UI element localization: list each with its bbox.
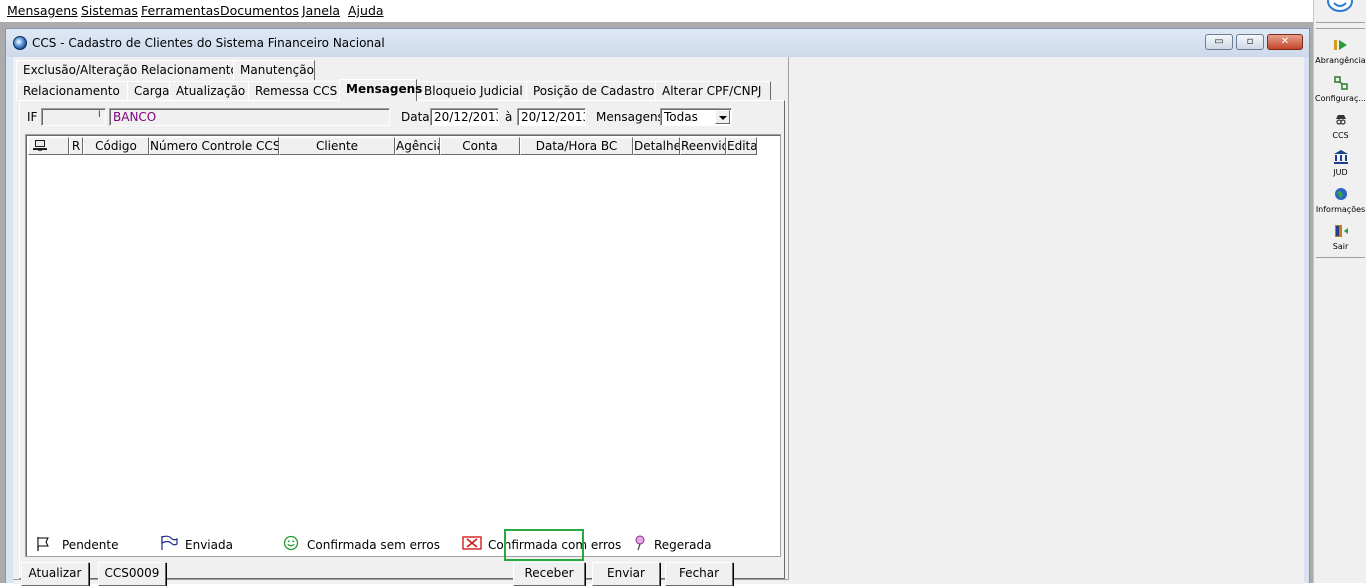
legend-confirmada-sem-erros: Confirmada sem erros	[307, 538, 440, 552]
if-code-field[interactable]	[41, 108, 106, 126]
toolbar-sair[interactable]: Sair	[1314, 224, 1366, 254]
menu-janela[interactable]: Janela	[302, 3, 340, 18]
date-to-label: à	[505, 110, 513, 124]
receber-button[interactable]: Receber	[513, 562, 585, 586]
grid-col-reenvio[interactable]: Reenvio	[680, 137, 726, 155]
data-label: Data	[401, 110, 430, 124]
spy-icon	[1336, 115, 1346, 125]
bank-icon	[1334, 150, 1348, 164]
menu-mensagens[interactable]: Mensagens	[7, 3, 78, 18]
settings-icon	[1334, 76, 1348, 90]
tab-mensagens[interactable]: Mensagens	[339, 79, 422, 101]
messages-grid[interactable]: R Código Número Controle CCS Cliente Agê…	[25, 134, 781, 557]
toolbar-ccs[interactable]: CCS	[1314, 113, 1366, 143]
minimize-button[interactable]: ▭	[1205, 34, 1233, 50]
grid-col-cliente[interactable]: Cliente	[279, 137, 395, 155]
tab-remessa-ccs[interactable]: Remessa CCS	[248, 81, 340, 101]
smiley-icon	[283, 535, 299, 551]
toolbar-abrangencia[interactable]: Abrangência	[1314, 38, 1366, 68]
error-envelope-icon	[462, 536, 482, 550]
app-globe-icon	[13, 36, 27, 50]
grid-col-conta[interactable]: Conta	[440, 137, 520, 155]
chevron-down-icon	[719, 116, 727, 120]
restore-button[interactable]: ▫	[1236, 34, 1264, 50]
date-from-field[interactable]: 20/12/2013	[430, 108, 499, 126]
tab-atualizacao[interactable]: Atualização	[169, 81, 249, 101]
right-toolbar: Abrangência Configuraç... CCS JUD Inform…	[1313, 0, 1366, 583]
fechar-button[interactable]: Fechar	[665, 562, 733, 586]
tab-manutencao[interactable]: Manutenção	[233, 60, 315, 80]
grid-col-detalhes[interactable]: Detalhes	[633, 137, 680, 155]
white-flag-icon	[37, 537, 49, 551]
enviar-button[interactable]: Enviar	[592, 562, 660, 586]
grid-col-agencia[interactable]: Agência	[395, 137, 440, 155]
if-name-field[interactable]: BANCO	[109, 108, 390, 126]
exit-icon	[1335, 225, 1348, 237]
menu-sistemas[interactable]: Sistemas	[81, 3, 138, 18]
date-to-field[interactable]: 20/12/2013	[517, 108, 586, 126]
if-separator: I	[98, 110, 101, 120]
blue-flag-icon	[161, 535, 178, 550]
toolbar-jud[interactable]: JUD	[1314, 150, 1366, 180]
toolbar-separator	[1316, 22, 1365, 23]
mensagens-filter-label: Mensagens	[596, 110, 664, 124]
grid-col-codigo[interactable]: Código	[83, 137, 149, 155]
tab-bloqueio-judicial[interactable]: Bloqueio Judicial	[417, 81, 529, 101]
legend-enviada: Enviada	[185, 538, 233, 552]
ccs0009-button[interactable]: CCS0009	[98, 562, 166, 586]
window-title: CCS - Cadastro de Clientes do Sistema Fi…	[32, 36, 385, 50]
grid-col-data-hora[interactable]: Data/Hora BC	[520, 137, 633, 155]
grid-col-numero-controle[interactable]: Número Controle CCS	[149, 137, 279, 155]
chat-bubble-icon[interactable]	[1326, 0, 1354, 14]
tab-posicao-cadastro[interactable]: Posição de Cadastro	[526, 81, 656, 101]
atualizar-button[interactable]: Atualizar	[21, 562, 89, 586]
legend-regerada: Regerada	[654, 538, 712, 552]
tab-alterar-cpf-cnpj[interactable]: Alterar CPF/CNPJ	[655, 81, 771, 101]
grid-col-editar[interactable]: Editar	[726, 137, 757, 155]
grid-col-status[interactable]	[28, 137, 69, 155]
menu-documentos[interactable]: Documentos	[220, 3, 299, 18]
tab-carga[interactable]: Carga	[127, 81, 171, 101]
dropdown-button[interactable]	[715, 110, 730, 124]
receber-highlight	[504, 529, 584, 561]
pin-icon	[635, 535, 645, 551]
tab-exclusao-alteracao[interactable]: Exclusão/Alteração Relacionamento	[16, 60, 238, 80]
toolbar-configuracoes[interactable]: Configuraç...	[1314, 76, 1366, 106]
mensagens-filter-value: Todas	[664, 110, 698, 124]
computer-icon	[33, 140, 47, 151]
window-client: Exclusão/Alteração Relacionamento Manute…	[13, 57, 1304, 586]
ccs-window: CCS - Cadastro de Clientes do Sistema Fi…	[5, 28, 1310, 586]
menu-bar: Mensagens Sistemas Ferramentas Documento…	[0, 0, 1313, 22]
tab-relacionamento[interactable]: Relacionamento	[16, 81, 132, 101]
toolbar-informacoes[interactable]: Informações	[1314, 187, 1366, 217]
legend-pendente: Pendente	[62, 538, 119, 552]
close-button[interactable]: ✕	[1267, 34, 1303, 50]
toolbar-separator-2	[1316, 28, 1365, 29]
mensagens-filter-select[interactable]: Todas	[660, 108, 732, 126]
play-icon	[1334, 40, 1347, 50]
menu-ferramentas[interactable]: Ferramentas	[141, 3, 220, 18]
window-titlebar[interactable]: CCS - Cadastro de Clientes do Sistema Fi…	[6, 29, 1309, 57]
grid-col-r[interactable]: R	[69, 137, 83, 155]
globe-icon	[1335, 188, 1347, 200]
toolbar-separator-3	[1316, 257, 1365, 258]
if-label: IF	[27, 110, 38, 124]
menu-ajuda[interactable]: Ajuda	[348, 3, 384, 18]
